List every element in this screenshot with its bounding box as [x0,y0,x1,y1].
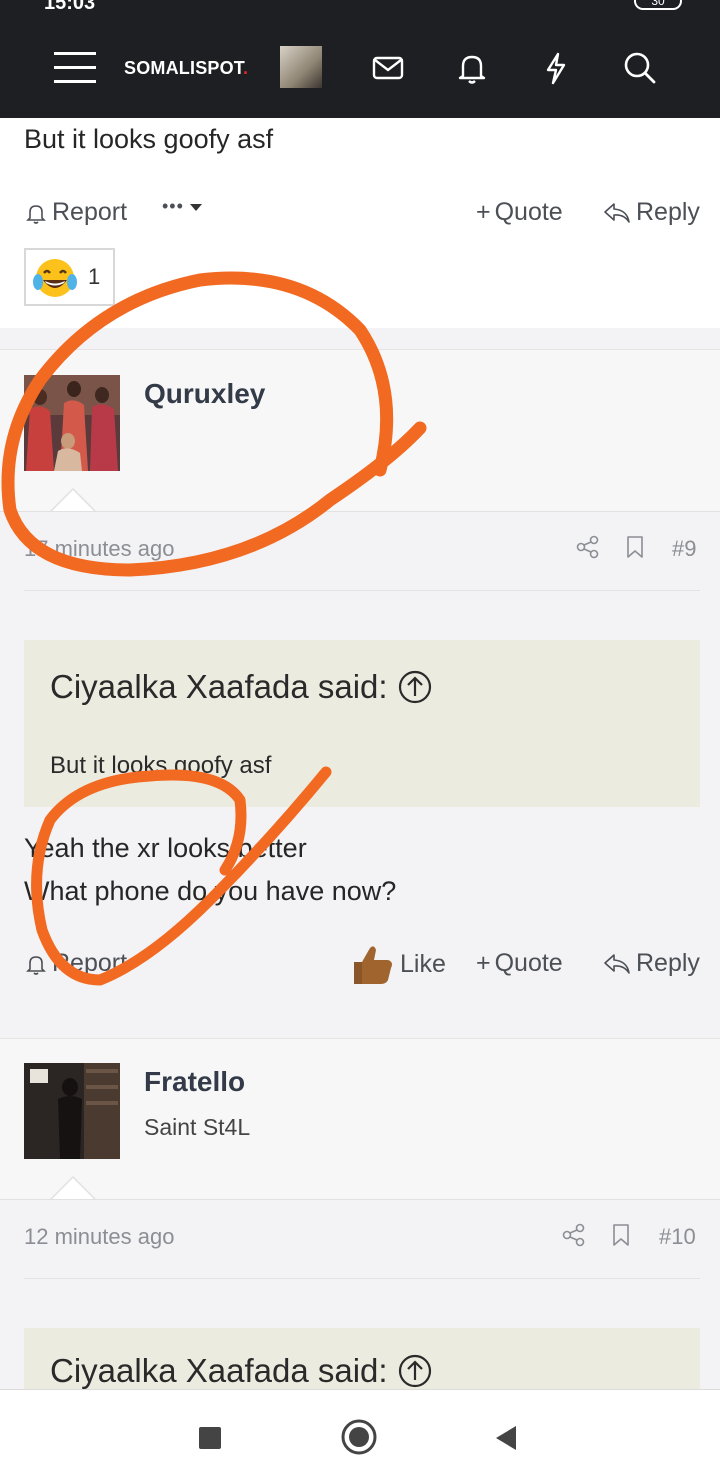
back-icon[interactable] [492,1424,520,1452]
like-label: Like [400,949,446,978]
system-navigation-bar [0,1389,720,1484]
reply-label: Reply [636,198,700,226]
reply-label: Reply [636,949,700,977]
arrow-up-circle-icon[interactable] [398,670,432,704]
share-icon[interactable] [561,1222,587,1248]
like-button[interactable]: Like [348,940,446,988]
site-logo[interactable]: SOMALISPOT. [124,58,248,79]
mail-icon[interactable] [370,50,406,86]
post-body: But it looks goofy asf [24,124,274,154]
post-time[interactable]: 12 minutes ago [24,1224,174,1250]
search-icon[interactable] [622,50,658,86]
laughing-tears-emoji-icon [33,259,77,297]
status-bar: 15:03 30 [0,0,720,18]
status-time: 15:03 [44,0,96,14]
post-number[interactable]: #9 [672,536,696,562]
reply-icon [604,202,630,223]
quote-block: Ciyaalka Xaafada said: But it looks goof… [24,640,700,807]
divider [24,1278,700,1279]
username[interactable]: Fratello [144,1066,245,1098]
share-icon[interactable] [575,534,601,560]
menu-icon[interactable] [54,52,96,86]
bookmark-icon[interactable] [608,1222,634,1248]
plus-icon: + [476,198,491,226]
bookmark-icon[interactable] [622,534,648,560]
caret-down-icon [189,203,202,211]
plus-icon: + [476,949,491,977]
more-label: ••• [162,196,184,216]
bell-icon[interactable] [454,50,490,86]
quote-label: Quote [494,198,563,226]
recent-apps-icon[interactable] [198,1426,222,1450]
reply-button[interactable]: Reply [602,949,700,978]
reply-button[interactable]: Reply [602,198,700,227]
quote-author[interactable]: Ciyaalka Xaafada said: [50,1352,432,1389]
quote-author[interactable]: Ciyaalka Xaafada said: [50,668,432,706]
quote-author-label: Ciyaalka Xaafada said: [50,1352,388,1389]
user-title: Saint St4L [144,1114,251,1140]
logo-dot: . [243,58,249,78]
thumbs-up-icon [354,946,392,984]
report-button[interactable]: Report [24,949,127,978]
report-label: Report [52,198,128,226]
username[interactable]: Quruxley [144,378,265,410]
post-time[interactable]: 17 minutes ago [24,536,174,562]
home-icon[interactable] [340,1418,378,1456]
bell-icon [26,955,46,975]
top-navigation-bar: SOMALISPOT. [0,18,720,118]
report-button[interactable]: Report [24,198,127,227]
reaction-summary[interactable]: 1 [24,248,115,306]
reaction-count: 1 [88,264,101,289]
more-options-button[interactable]: ••• [162,196,204,217]
quote-button[interactable]: + Quote [476,949,563,978]
post-body-line-2: What phone do you have now? [24,876,397,906]
divider [24,590,700,591]
avatar[interactable] [24,375,120,471]
pointer-arrow [50,488,96,512]
site-name: SOMALISPOT [124,58,244,78]
quote-text: But it looks goofy asf [50,752,272,779]
quote-author-label: Ciyaalka Xaafada said: [50,668,388,705]
post-number[interactable]: #10 [659,1224,696,1250]
lightning-icon[interactable] [538,50,574,86]
reply-icon [604,953,630,974]
user-avatar[interactable] [280,46,322,88]
report-label: Report [52,949,128,977]
avatar[interactable] [24,1063,120,1159]
battery-icon: 30 [634,0,682,10]
bell-icon [26,204,46,224]
quote-button[interactable]: + Quote [476,198,563,227]
post-body-line-1: Yeah the xr looks better [24,833,307,863]
pointer-arrow [50,1176,96,1200]
arrow-up-circle-icon[interactable] [398,1354,432,1388]
quote-block: Ciyaalka Xaafada said: [24,1328,700,1389]
quote-label: Quote [494,949,563,977]
